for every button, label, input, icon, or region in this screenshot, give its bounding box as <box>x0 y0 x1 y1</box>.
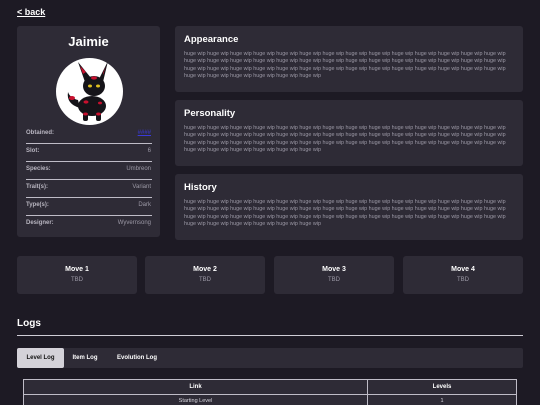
info-row-types: Type(s): Dark <box>26 198 169 216</box>
move-name: Move 1 <box>65 266 89 273</box>
umbreon-portrait-icon <box>56 58 123 125</box>
move-card-3: Move 3 TBD <box>274 256 394 294</box>
info-value: Dark <box>138 202 151 208</box>
move-card-4: Move 4 TBD <box>403 256 523 294</box>
info-value: Variant <box>132 184 151 190</box>
info-value: 6 <box>147 148 151 154</box>
character-name: Jaimie <box>68 34 109 49</box>
table-header-row: Link Levels <box>23 379 517 395</box>
tab-item-log[interactable]: Item Log <box>66 348 104 368</box>
divider <box>17 335 523 336</box>
info-row-species: Species: Umbreon <box>26 162 169 180</box>
tab-evolution-log[interactable]: Evolution Log <box>108 348 166 368</box>
column-header-link: Link <box>23 379 368 395</box>
move-name: Move 4 <box>451 266 475 273</box>
move-desc: TBD <box>328 277 340 283</box>
info-label: Designer: <box>26 220 54 226</box>
appearance-panel: Appearance huge wip huge wip huge wip hu… <box>175 26 523 92</box>
move-name: Move 2 <box>193 266 217 273</box>
info-label: Obtained: <box>26 130 54 136</box>
info-row-designer: Designer: Wyvernsong <box>26 216 169 234</box>
tab-level-log[interactable]: Level Log <box>17 348 64 368</box>
personality-title: Personality <box>184 108 236 119</box>
personality-panel: Personality huge wip huge wip huge wip h… <box>175 100 523 166</box>
info-label: Type(s): <box>26 202 49 208</box>
table-row: Starting Level 1 <box>23 394 517 405</box>
move-desc: TBD <box>199 277 211 283</box>
move-card-1: Move 1 TBD <box>17 256 137 294</box>
info-value: Umbreon <box>126 166 151 172</box>
info-value: Wyvernsong <box>117 220 151 226</box>
profile-card: Jaimie Obtained: #### Slot: 6 Species: U… <box>17 26 160 237</box>
log-link-cell[interactable]: Starting Level <box>23 394 368 405</box>
move-desc: TBD <box>71 277 83 283</box>
info-row-slot: Slot: 6 <box>26 144 169 162</box>
back-link[interactable]: < back <box>17 7 45 17</box>
appearance-body: huge wip huge wip huge wip huge wip huge… <box>184 51 506 80</box>
move-name: Move 3 <box>322 266 346 273</box>
move-card-2: Move 2 TBD <box>145 256 265 294</box>
info-row-obtained: Obtained: #### <box>26 126 169 144</box>
info-label: Species: <box>26 166 51 172</box>
log-levels-cell: 1 <box>367 394 517 405</box>
level-log-table: Link Levels Starting Level 1 <box>23 379 517 405</box>
column-header-levels: Levels <box>367 379 517 395</box>
history-panel: History huge wip huge wip huge wip huge … <box>175 174 523 240</box>
info-row-traits: Trait(s): Variant <box>26 180 169 198</box>
obtained-link[interactable]: #### <box>138 130 151 136</box>
history-body: huge wip huge wip huge wip huge wip huge… <box>184 199 506 228</box>
info-label: Slot: <box>26 148 40 154</box>
info-label: Trait(s): <box>26 184 49 190</box>
personality-body: huge wip huge wip huge wip huge wip huge… <box>184 125 506 154</box>
appearance-title: Appearance <box>184 34 239 45</box>
log-tabs: Level Log Item Log Evolution Log <box>17 348 523 368</box>
logs-title: Logs <box>17 318 41 329</box>
move-desc: TBD <box>457 277 469 283</box>
history-title: History <box>184 182 217 193</box>
